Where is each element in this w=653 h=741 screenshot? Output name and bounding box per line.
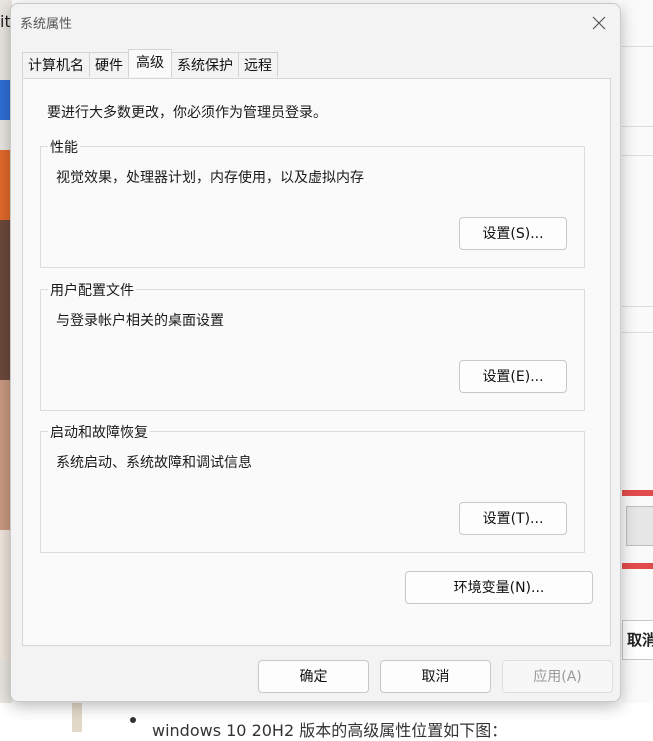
background-window-fragment: 取消 (622, 0, 653, 732)
user-profiles-group: 用户配置文件 与登录帐户相关的桌面设置 设置(E)... (40, 280, 585, 411)
startup-recovery-group: 启动和故障恢复 系统启动、系统故障和调试信息 设置(T)... (40, 422, 585, 553)
tab-hardware[interactable]: 硬件 (89, 52, 129, 77)
startup-recovery-description: 系统启动、系统故障和调试信息 (56, 455, 252, 471)
bg-button-fragment (626, 506, 653, 546)
bg-cancel-button-fragment[interactable]: 取消 (622, 620, 653, 660)
tab-computer-name[interactable]: 计算机名 (22, 52, 90, 77)
performance-group: 性能 视觉效果，处理器计划，内存使用，以及虚拟内存 设置(S)... (40, 137, 585, 268)
apply-button[interactable]: 应用(A) (502, 660, 613, 693)
user-profiles-group-label: 用户配置文件 (48, 280, 136, 300)
tab-advanced[interactable]: 高级 (128, 49, 172, 77)
article-caption: windows 10 20H2 版本的高级属性位置如下图： (152, 721, 508, 740)
tab-remote[interactable]: 远程 (238, 52, 278, 77)
tab-system-protection[interactable]: 系统保护 (171, 52, 239, 77)
dialog-title: 系统属性 (20, 17, 73, 32)
cancel-button[interactable]: 取消 (380, 660, 491, 693)
user-profiles-settings-button[interactable]: 设置(E)... (459, 360, 567, 393)
bg-divider (622, 126, 653, 127)
bg-side-bar (72, 703, 82, 732)
close-icon (592, 16, 606, 30)
bg-divider (622, 155, 653, 156)
performance-description: 视觉效果，处理器计划，内存使用，以及虚拟内存 (56, 170, 364, 186)
admin-note: 要进行大多数更改，你必须作为管理员登录。 (47, 105, 327, 121)
ok-button[interactable]: 确定 (258, 660, 369, 693)
tab-bar: 计算机名 硬件 高级 系统保护 远程 (22, 49, 278, 78)
bg-divider (622, 306, 653, 307)
performance-group-label: 性能 (48, 137, 80, 157)
environment-variables-button[interactable]: 环境变量(N)... (405, 571, 593, 604)
advanced-tab-panel: 要进行大多数更改，你必须作为管理员登录。 性能 视觉效果，处理器计划，内存使用，… (22, 78, 611, 646)
bg-divider (622, 332, 653, 333)
startup-recovery-group-label: 启动和故障恢复 (48, 422, 150, 442)
bg-divider (622, 46, 653, 47)
startup-recovery-settings-button[interactable]: 设置(T)... (459, 502, 567, 535)
bullet-dot (130, 717, 136, 723)
system-properties-dialog: 系统属性 计算机名 硬件 高级 系统保护 远程 要进行大多数更改，你必须作为管理… (10, 3, 621, 702)
close-button[interactable] (586, 10, 612, 36)
background-article: windows 10 20H2 版本的高级属性位置如下图： (0, 703, 653, 740)
title-bar[interactable]: 系统属性 (11, 4, 620, 40)
bg-red-strip (622, 490, 653, 496)
bg-red-strip (622, 563, 653, 569)
user-profiles-description: 与登录帐户相关的桌面设置 (56, 313, 224, 329)
performance-settings-button[interactable]: 设置(S)... (459, 217, 567, 250)
